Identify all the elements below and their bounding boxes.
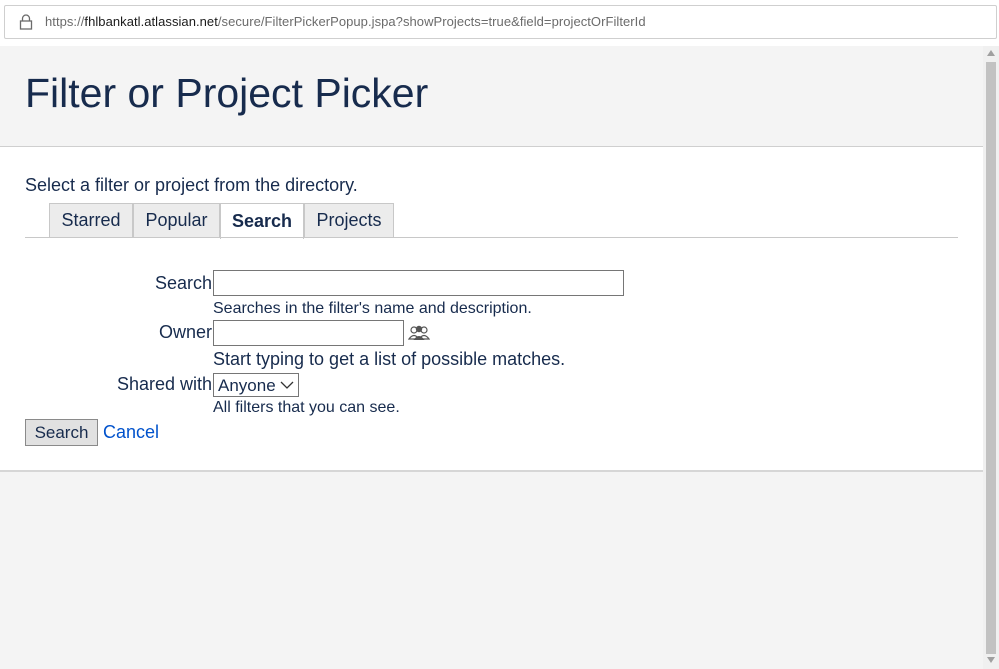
shared-with-select[interactable]: Anyone bbox=[213, 373, 299, 397]
lock-icon bbox=[19, 14, 33, 30]
page: Filter or Project Picker Select a filter… bbox=[0, 46, 983, 669]
url-path: /secure/FilterPickerPopup.jspa?showProje… bbox=[217, 14, 646, 29]
content-panel: Select a filter or project from the dire… bbox=[0, 147, 983, 472]
owner-hint: Start typing to get a list of possible m… bbox=[213, 349, 566, 369]
cancel-link[interactable]: Cancel bbox=[103, 422, 159, 443]
browser-address-bar: https://fhlbankatl.atlassian.net/secure/… bbox=[0, 0, 999, 46]
scroll-down-arrow-icon[interactable] bbox=[987, 657, 995, 663]
scrollbar-thumb[interactable] bbox=[986, 62, 996, 654]
owner-input[interactable] bbox=[213, 320, 404, 346]
tab-starred[interactable]: Starred bbox=[49, 203, 133, 237]
url-text: https://fhlbankatl.atlassian.net/secure/… bbox=[45, 14, 646, 29]
page-title: Filter or Project Picker bbox=[25, 70, 429, 116]
user-picker-icon[interactable] bbox=[408, 324, 430, 342]
page-header: Filter or Project Picker bbox=[0, 46, 983, 147]
search-button[interactable]: Search bbox=[25, 419, 98, 446]
shared-with-selected: Anyone bbox=[218, 376, 276, 395]
url-host: fhlbankatl.atlassian.net bbox=[84, 14, 218, 29]
search-hint: Searches in the filter's name and descri… bbox=[213, 300, 532, 317]
url-prefix: https:// bbox=[45, 14, 85, 29]
tab-search[interactable]: Search bbox=[220, 203, 304, 239]
url-field[interactable]: https://fhlbankatl.atlassian.net/secure/… bbox=[4, 5, 997, 39]
search-input[interactable] bbox=[213, 270, 624, 296]
shared-with-label: Shared with bbox=[116, 374, 212, 394]
scroll-up-arrow-icon[interactable] bbox=[987, 50, 995, 56]
tab-popular[interactable]: Popular bbox=[133, 203, 220, 237]
shared-with-hint: All filters that you can see. bbox=[213, 399, 400, 416]
tabs-divider bbox=[25, 237, 958, 238]
owner-label: Owner bbox=[158, 322, 212, 342]
chevron-down-icon bbox=[280, 381, 294, 389]
intro-text: Select a filter or project from the dire… bbox=[25, 175, 358, 195]
vertical-scrollbar[interactable] bbox=[983, 46, 999, 669]
search-label: Search bbox=[154, 273, 212, 293]
tab-projects[interactable]: Projects bbox=[304, 203, 394, 237]
